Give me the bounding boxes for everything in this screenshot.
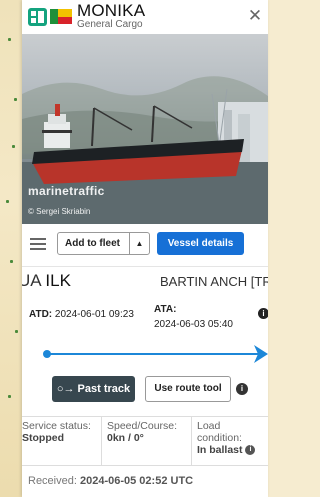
- route-times: ATD: 2024-06-01 09:23 ATA: 2024-06-03 05…: [22, 296, 268, 341]
- photo-watermark: marinetraffic: [28, 184, 105, 198]
- atd-value: 2024-06-01 09:23: [54, 309, 134, 320]
- photo-credit: © Sergei Skriabin: [28, 207, 91, 216]
- map-marker[interactable]: [12, 145, 15, 148]
- vessel-name: MONIKA: [77, 1, 146, 20]
- vessel-photo[interactable]: marinetraffic © Sergei Skriabin: [22, 34, 268, 224]
- speed-course-value: 0kn / 0°: [107, 432, 144, 444]
- map-background[interactable]: [0, 0, 22, 497]
- origin-port-code: ILK: [45, 271, 71, 290]
- progress-line: [47, 353, 258, 355]
- use-route-tool-button[interactable]: Use route tool: [145, 376, 231, 402]
- map-marker[interactable]: [8, 395, 11, 398]
- flag-icon: [50, 9, 72, 24]
- map-marker[interactable]: [10, 260, 13, 263]
- map-marker[interactable]: [15, 330, 18, 333]
- add-to-fleet-button[interactable]: Add to fleet ▲: [57, 232, 150, 255]
- vessel-type-icon: [28, 8, 47, 26]
- vessel-type: General Cargo: [77, 19, 143, 30]
- service-status-value: Stopped: [22, 432, 64, 444]
- received-label: Received:: [28, 475, 77, 487]
- info-icon[interactable]: i: [258, 308, 268, 319]
- action-bar: Add to fleet ▲ Vessel details: [22, 226, 268, 262]
- arrow-right-icon: [254, 345, 268, 363]
- destination-port[interactable]: BARTIN ANCH [TR: [160, 274, 268, 289]
- atd-field: ATD: 2024-06-01 09:23: [29, 309, 134, 320]
- speed-course-cell: Speed/Course: 0kn / 0°: [101, 417, 191, 465]
- fleet-dropdown-caret-icon[interactable]: ▲: [129, 233, 149, 254]
- received-timestamp: Received: 2024-06-05 02:52 UTC: [28, 475, 193, 487]
- load-condition-cell: Load condition: In ballast i: [191, 417, 268, 465]
- info-icon[interactable]: i: [236, 383, 248, 395]
- panel-header: MONIKA General Cargo ✕: [22, 0, 268, 34]
- past-track-label: Past track: [77, 383, 131, 395]
- atd-label: ATD:: [29, 309, 53, 320]
- route-ports: UA ILK BARTIN ANCH [TR: [22, 266, 268, 292]
- origin-country: UA: [22, 271, 41, 290]
- speed-course-label: Speed/Course:: [107, 420, 178, 432]
- received-value: 2024-06-05 02:52 UTC: [79, 475, 194, 487]
- add-to-fleet-label: Add to fleet: [65, 238, 120, 249]
- map-marker[interactable]: [14, 98, 17, 101]
- track-icon: ○→: [56, 383, 78, 395]
- vessel-details-button[interactable]: Vessel details: [157, 232, 244, 255]
- ata-value: 2024-06-03 05:40: [154, 319, 233, 330]
- ata-label: ATA:: [154, 304, 177, 315]
- track-buttons: ○→ Past track Use route tool i: [22, 376, 268, 404]
- map-marker[interactable]: [6, 200, 9, 203]
- vessel-info-panel: MONIKA General Cargo ✕ marinetraffic © S…: [22, 0, 268, 497]
- service-status-label: Service status:: [22, 420, 91, 432]
- ata-field: ATA: 2024-06-03 05:40: [154, 302, 233, 332]
- load-condition-label: Load condition:: [197, 420, 242, 444]
- map-marker[interactable]: [8, 38, 11, 41]
- past-track-button[interactable]: ○→ Past track: [52, 376, 135, 402]
- info-icon[interactable]: i: [245, 445, 256, 456]
- hamburger-icon[interactable]: [30, 238, 46, 250]
- service-status-cell: Service status: Stopped: [22, 417, 101, 465]
- load-condition-value: In ballast: [197, 444, 243, 456]
- close-icon[interactable]: ✕: [246, 7, 264, 25]
- status-grid: Service status: Stopped Speed/Course: 0k…: [22, 416, 268, 466]
- origin-port[interactable]: UA ILK: [22, 271, 71, 291]
- voyage-progress-bar: [22, 345, 268, 363]
